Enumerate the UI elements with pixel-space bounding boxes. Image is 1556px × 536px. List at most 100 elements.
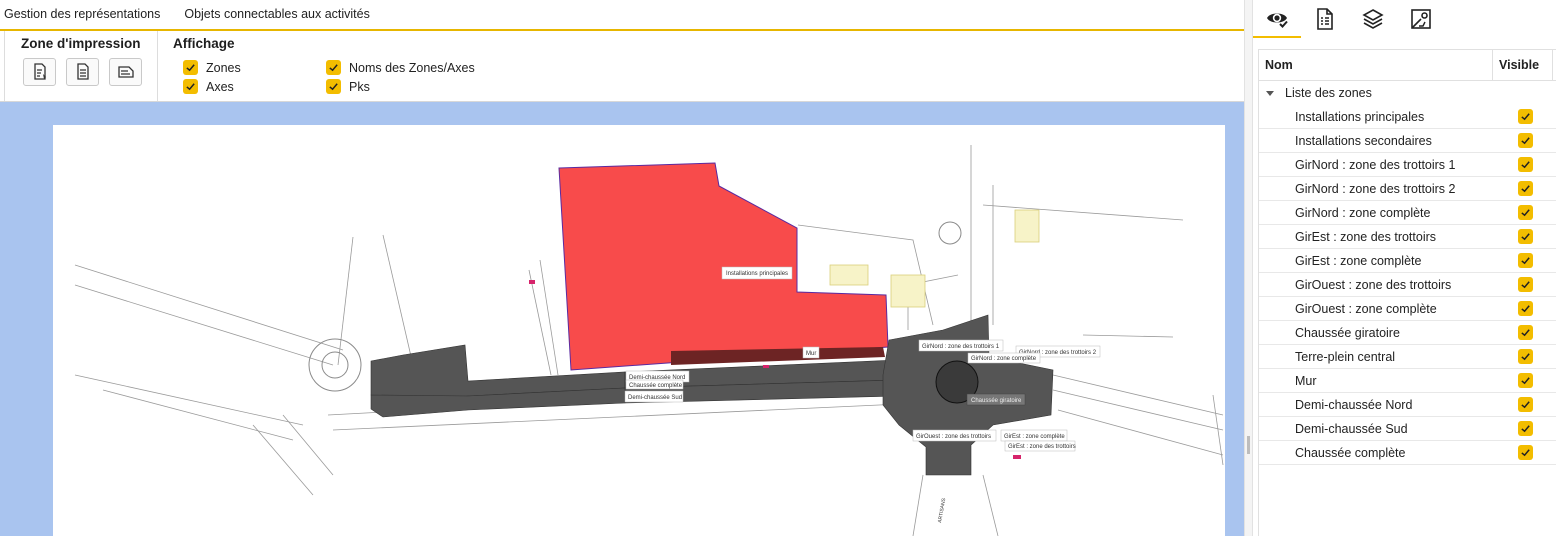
- zone-row[interactable]: GirNord : zone des trottoirs 1: [1259, 153, 1556, 177]
- tab-visibility[interactable]: [1253, 0, 1301, 38]
- zone-visible-checkbox[interactable]: [1517, 181, 1533, 196]
- zone-visible-cell: [1493, 181, 1553, 196]
- zone-visible-checkbox[interactable]: [1517, 349, 1533, 364]
- zone-row[interactable]: GirNord : zone des trottoirs 2: [1259, 177, 1556, 201]
- zone-visible-cell: [1493, 301, 1553, 316]
- collapse-caret-icon[interactable]: [1266, 90, 1274, 96]
- print-zone-group: Zone d'impression: [4, 31, 158, 101]
- zone-row[interactable]: Chaussée complète: [1259, 441, 1556, 465]
- map-label-girest-trottoirs: GirEst : zone des trottoirs: [1008, 444, 1076, 450]
- zone-row[interactable]: Terre-plein central: [1259, 345, 1556, 369]
- north-circle: [938, 221, 962, 245]
- zone-row[interactable]: Installations principales: [1259, 105, 1556, 129]
- zone-visible-cell: [1493, 277, 1553, 292]
- zone-visible-cell: [1493, 373, 1553, 388]
- zones-checkbox[interactable]: Zones: [183, 60, 241, 75]
- zone-visible-checkbox[interactable]: [1517, 133, 1533, 148]
- zone-row[interactable]: Chaussée giratoire: [1259, 321, 1556, 345]
- print-zone-edit-button[interactable]: [23, 58, 56, 86]
- zone-row[interactable]: GirEst : zone complète: [1259, 249, 1556, 273]
- print-zone-document-icon: [76, 63, 89, 80]
- zone-visible-cell: [1493, 229, 1553, 244]
- print-zone-landscape-icon: [117, 66, 134, 78]
- zone-visible-checkbox[interactable]: [1517, 301, 1533, 316]
- west-roundabout: [308, 338, 362, 392]
- zone-group-row[interactable]: Liste des zones: [1259, 81, 1556, 105]
- zone-visible-cell: [1493, 445, 1553, 460]
- map-label-street: ARTISANS: [937, 497, 947, 523]
- zone-name: Installations secondaires: [1295, 133, 1432, 148]
- zone-row[interactable]: GirNord : zone complète: [1259, 201, 1556, 225]
- zone-visible-checkbox[interactable]: [1517, 109, 1533, 124]
- zone-visible-checkbox[interactable]: [1517, 445, 1533, 460]
- document-list-icon: [1317, 8, 1333, 30]
- names-checkbox[interactable]: Noms des Zones/Axes: [326, 60, 475, 75]
- zone-visible-checkbox[interactable]: [1517, 205, 1533, 220]
- zone-visible-cell: [1493, 253, 1553, 268]
- zone-group-label: Liste des zones: [1285, 86, 1372, 100]
- zone-row[interactable]: Demi-chaussée Nord: [1259, 393, 1556, 417]
- map-label-chaussee-complete: Chaussée complète: [629, 383, 683, 389]
- zone-visible-checkbox[interactable]: [1517, 397, 1533, 412]
- map-label-chaussee-giratoire: Chaussée giratoire: [971, 398, 1022, 404]
- zone-visible-checkbox[interactable]: [1517, 421, 1533, 436]
- zones-grid: Nom Visible Liste des zones Installation…: [1258, 49, 1556, 536]
- zone-row[interactable]: GirOuest : zone complète: [1259, 297, 1556, 321]
- zone-visible-cell: [1493, 205, 1553, 220]
- side-panel-tabs: [1253, 0, 1556, 38]
- menu-item-connectable-objects[interactable]: Objets connectables aux activités: [180, 0, 382, 30]
- zone-visible-checkbox[interactable]: [1517, 277, 1533, 292]
- zone-row[interactable]: Demi-chaussée Sud: [1259, 417, 1556, 441]
- checkbox-checked-icon: [1520, 257, 1530, 265]
- checkbox-checked-icon: [1520, 377, 1530, 385]
- zone-visible-checkbox[interactable]: [1517, 229, 1533, 244]
- buildings: [829, 209, 1040, 308]
- zone-list: Installations principales Installations s…: [1259, 105, 1556, 465]
- checkbox-checked-icon: [1520, 233, 1530, 241]
- print-zone-document-button[interactable]: [66, 58, 99, 86]
- main-pane: Gestion des représentations Objets conne…: [0, 0, 1244, 536]
- tab-map-image[interactable]: [1397, 0, 1445, 38]
- map-image-icon: [1411, 9, 1431, 29]
- zone-visible-checkbox[interactable]: [1517, 157, 1533, 172]
- checkbox-checked-icon: [326, 60, 341, 75]
- tab-layers[interactable]: [1349, 0, 1397, 38]
- app-window: Gestion des représentations Objets conne…: [0, 0, 1556, 536]
- checkbox-checked-icon: [1520, 281, 1530, 289]
- column-header-visible[interactable]: Visible: [1493, 50, 1553, 80]
- print-zone-landscape-button[interactable]: [109, 58, 142, 86]
- zone-visible-cell: [1493, 349, 1553, 364]
- zone-visible-checkbox[interactable]: [1517, 325, 1533, 340]
- menu-item-representations[interactable]: Gestion des représentations: [0, 0, 172, 30]
- checkbox-checked-icon: [1520, 161, 1530, 169]
- zone-name: Demi-chaussée Nord: [1295, 397, 1413, 412]
- zone-visible-checkbox[interactable]: [1517, 373, 1533, 388]
- print-sheet[interactable]: Installations principales Mur Demi-chaus…: [53, 125, 1225, 536]
- column-header-name[interactable]: Nom: [1259, 50, 1493, 80]
- map-label-girest-complete: GirEst : zone complète: [1004, 434, 1065, 440]
- pks-checkbox[interactable]: Pks: [326, 79, 370, 94]
- tab-document-list[interactable]: [1301, 0, 1349, 38]
- zone-row[interactable]: GirEst : zone des trottoirs: [1259, 225, 1556, 249]
- map-label-girouest-trottoirs: GirOuest : zone des trottoirs: [916, 434, 991, 440]
- checkbox-checked-icon: [1520, 113, 1530, 121]
- display-group: Affichage Zones Axes Noms des Zones/Axes…: [172, 31, 592, 101]
- zone-visible-cell: [1493, 133, 1553, 148]
- panel-splitter[interactable]: [1244, 0, 1253, 536]
- grid-header: Nom Visible: [1259, 50, 1556, 81]
- zone-name: GirEst : zone complète: [1295, 253, 1422, 268]
- zone-visible-checkbox[interactable]: [1517, 253, 1533, 268]
- site-plan-drawing[interactable]: Installations principales Mur Demi-chaus…: [53, 125, 1225, 536]
- axes-checkbox[interactable]: Axes: [183, 79, 234, 94]
- display-title: Affichage: [173, 36, 235, 51]
- zone-name: Installations principales: [1295, 109, 1425, 124]
- zone-row[interactable]: Installations secondaires: [1259, 129, 1556, 153]
- splitter-grip-icon[interactable]: [1247, 436, 1250, 454]
- checkbox-checked-icon: [1520, 137, 1530, 145]
- zone-row[interactable]: Mur: [1259, 369, 1556, 393]
- zone-name: Terre-plein central: [1295, 349, 1396, 364]
- zone-name: Chaussée complète: [1295, 445, 1406, 460]
- zone-row[interactable]: GirOuest : zone des trottoirs: [1259, 273, 1556, 297]
- zone-visible-cell: [1493, 157, 1553, 172]
- zones-checkbox-label: Zones: [206, 60, 241, 75]
